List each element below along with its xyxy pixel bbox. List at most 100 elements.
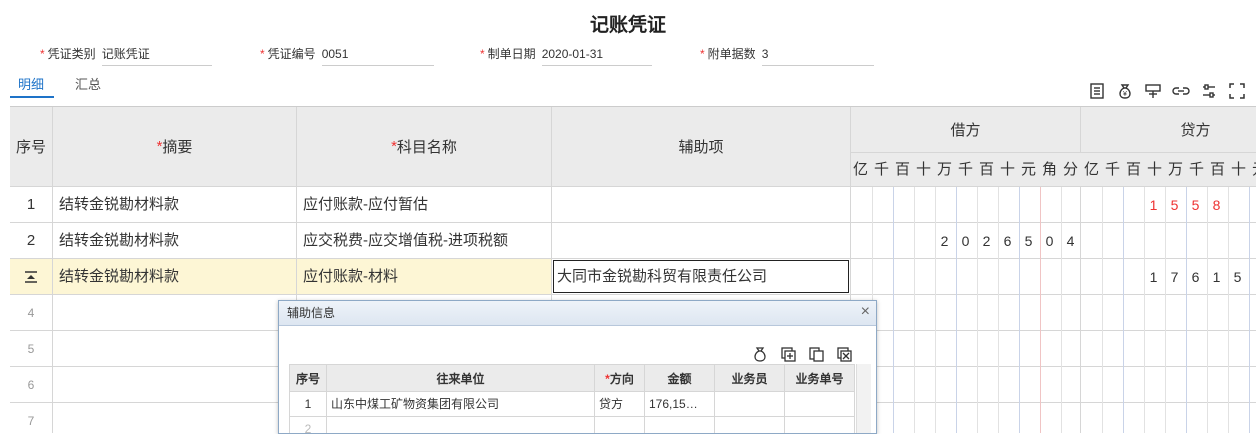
col-amount: 金额 — [645, 364, 715, 392]
debit-amount[interactable]: 2026504 — [851, 223, 1081, 259]
unit-label: 十 — [915, 161, 931, 178]
summary-cell[interactable]: 结转金锐勘材料款 — [53, 187, 297, 223]
amount-digit: 6 — [1191, 269, 1200, 285]
unit-label: 亿 — [1083, 161, 1099, 178]
unit-label: 十 — [1146, 161, 1162, 178]
debit-amount[interactable] — [851, 259, 1081, 295]
unit-label: 十 — [999, 161, 1015, 178]
voucher-number-field[interactable]: * 凭证编号 0051 — [260, 43, 434, 67]
svg-text:¥: ¥ — [1123, 91, 1127, 98]
header-debit: 借方 — [851, 107, 1081, 153]
copy-icon[interactable] — [807, 345, 825, 363]
credit-amount[interactable]: 17615 — [1081, 259, 1256, 295]
amount-digit: 5 — [1233, 269, 1242, 285]
col-clerk: 业务员 — [715, 364, 785, 392]
row-seq: 1 — [10, 187, 53, 223]
table-row-direction[interactable] — [595, 417, 645, 433]
attachments-field[interactable]: * 附单据数 3 — [700, 43, 874, 67]
unit-label: 百 — [1209, 161, 1225, 178]
table-row-unit[interactable]: 山东中煤工矿物资集团有限公司 — [327, 392, 595, 417]
money-bag-icon[interactable] — [751, 345, 769, 363]
unit-label: 元 — [1249, 153, 1256, 187]
attachments-value[interactable]: 3 — [761, 43, 874, 66]
voucher-number-value[interactable]: 0051 — [321, 43, 434, 66]
amount-digit: 2 — [982, 233, 991, 249]
table-row-doc[interactable] — [785, 392, 855, 417]
credit-amount[interactable] — [1081, 403, 1256, 433]
close-icon[interactable]: × — [861, 301, 870, 323]
aux-cell[interactable]: 大同市金锐勘科贸有限责任公司 — [552, 259, 851, 295]
debit-amount[interactable] — [851, 403, 1081, 433]
voucher-type-value[interactable]: 记账凭证 — [101, 43, 212, 66]
amount-digit: 2 — [940, 233, 949, 249]
unit-label: 万 — [936, 161, 952, 178]
table-row-amount[interactable]: 176,15… — [645, 392, 715, 417]
aux-cell[interactable] — [552, 223, 851, 259]
summary-cell[interactable]: 结转金锐勘材料款 — [53, 223, 297, 259]
unit-label: 元 — [1020, 161, 1036, 178]
amount-digit: 1 — [1212, 269, 1221, 285]
money-bag-icon[interactable]: ¥ — [1116, 82, 1134, 100]
voucher-type-field[interactable]: * 凭证类别 记账凭证 — [40, 43, 212, 67]
dialog-scrollbar[interactable] — [856, 364, 871, 433]
amount-digit: 0 — [961, 233, 970, 249]
table-row-direction[interactable]: 贷方 — [595, 392, 645, 417]
unit-label: 亿 — [852, 161, 868, 178]
unit-label: 百 — [1125, 161, 1141, 178]
table-row-unit[interactable] — [327, 417, 595, 433]
link-icon[interactable] — [1172, 82, 1190, 100]
credit-amount[interactable] — [1081, 331, 1256, 367]
unit-header-row: 亿千百十万千百十元角分亿千百十万千百十元角分 — [851, 153, 1256, 187]
header-seq: 序号 — [10, 107, 53, 187]
table-row-seq: 2 — [289, 417, 327, 433]
amount-digit: 5 — [1170, 197, 1179, 213]
credit-amount[interactable] — [1081, 367, 1256, 403]
debit-amount[interactable] — [851, 331, 1081, 367]
unit-label: 分 — [1062, 161, 1078, 178]
summary-cell[interactable]: 结转金锐勘材料款 — [53, 259, 297, 295]
row-seq: 6 — [10, 367, 53, 403]
col-direction: *方向 — [595, 364, 645, 392]
account-cell[interactable]: 应交税费-应交增值税-进项税额 — [297, 223, 552, 259]
add-row-icon[interactable] — [779, 345, 797, 363]
debit-amount[interactable] — [851, 295, 1081, 331]
settings-icon[interactable] — [1200, 82, 1218, 100]
table-row-amount[interactable] — [645, 417, 715, 433]
amount-digit: 1 — [1149, 197, 1158, 213]
aux-info-dialog: 辅助信息 × 序号 往来单位 *方向 金额 业务员 业务单号 1 山东中煤工矿物… — [278, 300, 877, 434]
aux-input[interactable]: 大同市金锐勘科贸有限责任公司 — [553, 260, 849, 293]
table-row-clerk[interactable] — [715, 417, 785, 433]
credit-amount[interactable]: 1558 — [1081, 187, 1256, 223]
account-cell[interactable]: 应付账款-材料 — [297, 259, 552, 295]
sign-icon[interactable] — [1144, 82, 1162, 100]
unit-label: 十 — [1230, 161, 1246, 178]
summary-cell[interactable] — [53, 403, 297, 433]
delete-row-icon[interactable] — [835, 345, 853, 363]
debit-amount[interactable] — [851, 187, 1081, 223]
debit-amount[interactable] — [851, 367, 1081, 403]
row-seq: 5 — [10, 331, 53, 367]
credit-amount[interactable] — [1081, 295, 1256, 331]
voucher-date-value[interactable]: 2020-01-31 — [541, 43, 652, 66]
table-row-doc[interactable] — [785, 417, 855, 433]
aux-cell[interactable] — [552, 187, 851, 223]
toolbar: ¥ — [1088, 82, 1248, 102]
amount-digit: 6 — [1003, 233, 1012, 249]
tab-summary[interactable]: 汇总 — [75, 74, 101, 93]
row-seq: 7 — [10, 403, 53, 433]
amount-digit: 0 — [1045, 233, 1054, 249]
credit-amount[interactable] — [1081, 223, 1256, 259]
tab-detail[interactable]: 明细 — [18, 74, 44, 93]
insert-row-icon[interactable] — [1088, 82, 1106, 100]
summary-cell[interactable] — [53, 295, 297, 331]
unit-label: 千 — [873, 161, 889, 178]
fullscreen-icon[interactable] — [1228, 82, 1246, 100]
col-seq: 序号 — [289, 364, 327, 392]
voucher-date-field[interactable]: * 制单日期 2020-01-31 — [480, 43, 652, 67]
summary-cell[interactable] — [53, 367, 297, 403]
amount-digit: 5 — [1191, 197, 1200, 213]
table-row-clerk[interactable] — [715, 392, 785, 417]
amount-digit: 1 — [1149, 269, 1158, 285]
summary-cell[interactable] — [53, 331, 297, 367]
account-cell[interactable]: 应付账款-应付暂估 — [297, 187, 552, 223]
